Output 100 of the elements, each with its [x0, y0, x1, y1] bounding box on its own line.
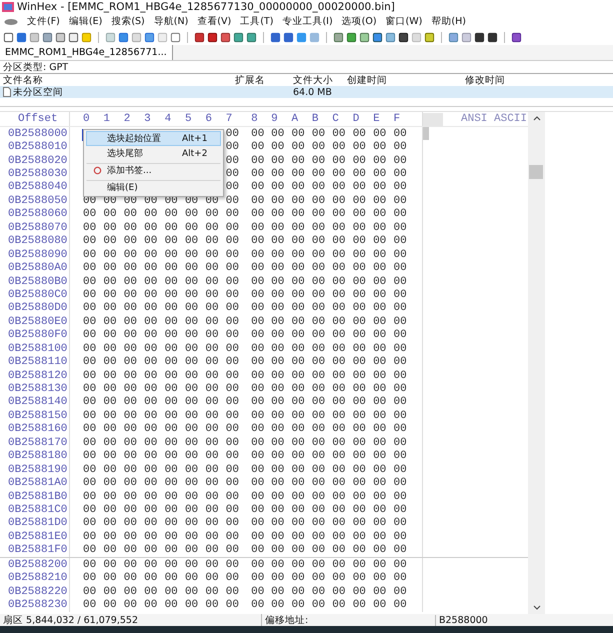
offset-cell: 0B2588200	[0, 558, 70, 572]
hex-byte: 00	[352, 302, 367, 314]
hex-byte: 00	[270, 517, 286, 530]
file-row[interactable]: 未分区空间 64.0 MB	[0, 86, 613, 98]
hex-byte: 00	[290, 477, 306, 490]
hex-byte: 00	[82, 558, 98, 571]
hex-byte: 00	[310, 222, 326, 234]
hex-byte: 00	[352, 329, 367, 342]
menu-item[interactable]: 选项(O)	[342, 15, 377, 28]
hex-byte: 00	[122, 490, 138, 503]
hex-byte: 00	[270, 490, 286, 503]
scroll-thumb[interactable]	[529, 165, 543, 179]
hex-byte: 00	[82, 572, 98, 584]
offset-cell: 0B25880A0	[0, 261, 70, 275]
hex-byte: 00	[204, 504, 220, 516]
hex-byte: 00	[164, 517, 179, 530]
menu-item[interactable]: 编辑(E)	[68, 15, 102, 28]
menu-item[interactable]: 查看(V)	[197, 15, 232, 28]
column-header[interactable]: 创建时间	[347, 74, 465, 86]
hex-byte: 00	[310, 450, 326, 462]
hex-byte: 00	[352, 450, 367, 462]
file-icon	[3, 87, 11, 97]
hex-byte: 00	[392, 544, 408, 556]
hex-byte: 00	[143, 490, 158, 503]
hex-byte: 00	[204, 530, 220, 543]
hex-byte: 00	[392, 276, 408, 288]
hex-byte: 00	[184, 276, 200, 288]
hex-byte: 00	[250, 356, 266, 368]
hex-byte: 00	[392, 208, 408, 220]
hex-byte: 00	[250, 276, 266, 288]
menu-item[interactable]: 选块起始位置 Alt+1	[86, 131, 221, 146]
hex-byte: 00	[352, 128, 367, 140]
hex-byte: 00	[82, 356, 98, 368]
scroll-up-icon[interactable]	[532, 116, 540, 121]
menu-item[interactable]: 帮助(H)	[431, 15, 466, 28]
offset-cell: 0B2588210	[0, 571, 70, 585]
hex-byte: 00	[224, 410, 240, 422]
checkbox-icon[interactable]	[423, 112, 443, 126]
hex-byte: 00	[250, 194, 266, 207]
scroll-down-icon[interactable]	[532, 605, 540, 610]
offset-cell: 0B25880C0	[0, 288, 70, 302]
column-header: 8	[250, 113, 259, 125]
hex-byte: 00	[250, 128, 266, 140]
hex-byte: 00	[372, 370, 388, 382]
column-header[interactable]: 扩展名	[235, 74, 293, 86]
hex-byte: 00	[372, 235, 388, 248]
hex-byte: 00	[270, 586, 286, 598]
hex-byte: 00	[184, 235, 200, 248]
hex-byte: 00	[392, 168, 408, 180]
hex-byte: 00	[143, 517, 158, 530]
column-header[interactable]: 文件名称	[0, 74, 235, 86]
hex-byte: 00	[102, 586, 118, 598]
hex-byte: 00	[352, 316, 367, 328]
offset-cell: 0B25880D0	[0, 302, 70, 316]
hex-byte: 00	[143, 544, 158, 556]
hex-byte: 00	[122, 599, 138, 612]
hex-byte: 00	[352, 464, 367, 476]
hex-byte: 00	[372, 248, 388, 261]
hex-byte: 00	[204, 544, 220, 556]
column-header[interactable]: 文件大小	[293, 74, 347, 86]
menu-item[interactable]: 文件(F)	[27, 15, 60, 28]
hex-byte: 00	[331, 464, 346, 476]
hex-byte: 00	[250, 396, 266, 408]
hex-byte: 00	[143, 410, 158, 422]
column-header[interactable]: 修改时间	[465, 74, 505, 86]
hex-byte: 00	[310, 181, 326, 194]
hex-byte: 00	[372, 329, 388, 342]
hex-byte: 00	[250, 222, 266, 234]
hex-byte: 00	[204, 208, 220, 220]
hex-byte: 00	[250, 517, 266, 530]
hex-byte: 00	[270, 410, 286, 422]
hex-byte: 00	[184, 356, 200, 368]
column-header: E	[372, 113, 381, 125]
menu-item[interactable]: 添加书签...	[86, 163, 221, 178]
hex-byte: 00	[250, 302, 266, 314]
hex-byte: 00	[164, 544, 179, 556]
hex-byte: 00	[352, 504, 367, 516]
hex-byte: 00	[122, 248, 138, 261]
hex-byte: 00	[250, 544, 266, 556]
menu-item[interactable]: 搜索(S)	[111, 15, 145, 28]
scrollbar[interactable]	[528, 112, 545, 614]
menu-item[interactable]: 编辑(E)	[86, 180, 221, 195]
file-tab[interactable]: EMMC_ROM1_HBG4e_12856771...	[0, 45, 173, 60]
menu-item[interactable]: 窗口(W)	[386, 15, 422, 28]
hex-byte: 00	[310, 396, 326, 408]
menu-item[interactable]: 专业工具(I)	[282, 15, 333, 28]
hex-byte: 00	[224, 141, 240, 154]
menu-item[interactable]: 选块尾部 Alt+2	[86, 146, 221, 161]
hex-byte: 00	[184, 396, 200, 408]
hex-byte: 00	[392, 342, 408, 355]
hex-byte: 00	[102, 383, 118, 396]
hex-byte: 00	[372, 128, 388, 140]
hex-byte: 00	[122, 342, 138, 355]
hex-byte: 00	[352, 517, 367, 530]
menu-item[interactable]: 工具(T)	[240, 15, 274, 28]
hex-byte: 00	[224, 316, 240, 328]
hex-byte: 00	[164, 504, 179, 516]
hex-byte: 00	[164, 329, 179, 342]
hex-byte: 00	[143, 464, 158, 476]
menu-item[interactable]: 导航(N)	[154, 15, 188, 28]
